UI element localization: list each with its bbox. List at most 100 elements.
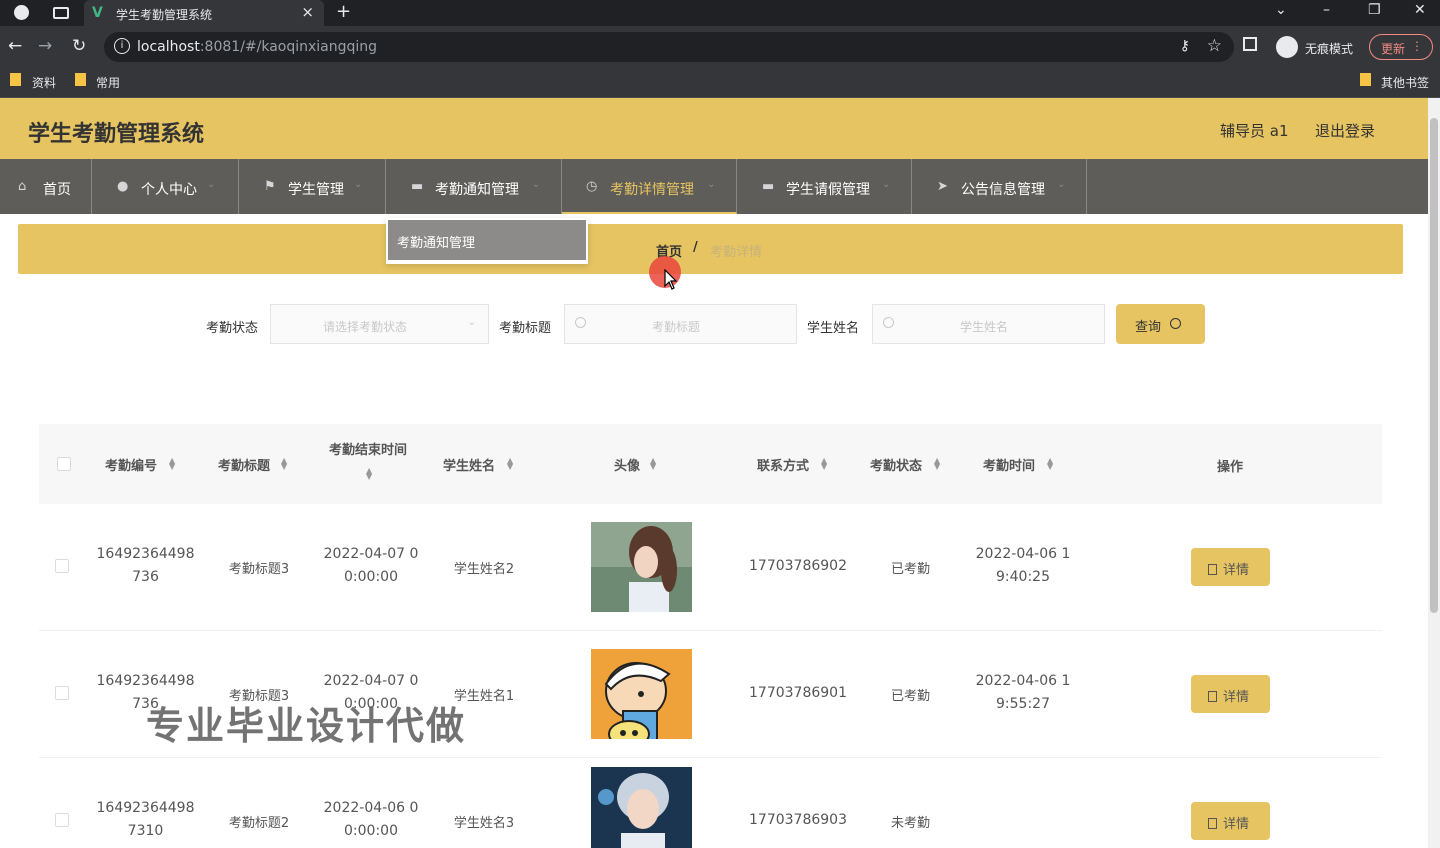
nav-item-students[interactable]: ⚑ 学生管理 ⌄ <box>239 159 386 214</box>
row-checkbox[interactable] <box>55 813 69 827</box>
reload-icon[interactable]: ↻ <box>72 36 86 56</box>
forward-icon[interactable]: → <box>38 36 52 56</box>
sort-icon[interactable]: ▲ ▼ <box>507 457 513 471</box>
nav-label: 考勤通知管理 <box>435 182 519 198</box>
new-tab-icon[interactable]: + <box>336 1 351 22</box>
cell-title: 考勤标题2 <box>228 816 290 831</box>
update-button[interactable]: 更新 ⋮ <box>1369 34 1433 60</box>
tab-title: 学生考勤管理系统 <box>116 8 213 22</box>
site-info-icon[interactable]: i <box>114 38 130 54</box>
watermark-text: 专业毕业设计代做 <box>146 704 467 748</box>
bookmark-star-icon[interactable]: ☆ <box>1207 36 1222 56</box>
nav-item-profile[interactable]: ● 个人中心 ⌄ <box>92 159 239 214</box>
col-header-id[interactable]: 考勤编号 <box>105 455 157 474</box>
nav-label: 学生管理 <box>288 182 344 198</box>
incognito-label: 无痕模式 <box>1305 42 1354 56</box>
cell-end-time: 2022-04-06 0 0:00:00 <box>323 800 419 839</box>
tab-search-icon[interactable] <box>53 7 69 19</box>
page-scrollbar[interactable] <box>1428 98 1440 848</box>
user-label: 辅导员 a1 <box>1220 122 1289 140</box>
cell-id: 16492364498 7310 <box>96 800 195 839</box>
bookmark-folder-1[interactable]: 资料 <box>32 74 56 91</box>
col-header-avatar[interactable]: 头像 <box>614 455 640 474</box>
chevron-down-icon: ⌄ <box>882 179 891 190</box>
cell-title: 考勤标题3 <box>228 562 290 577</box>
app-header: 学生考勤管理系统 辅导员 a1 退出登录 <box>0 98 1428 159</box>
nav-item-notice[interactable]: ▬ 考勤通知管理 ⌄ <box>386 159 562 214</box>
document-icon <box>1208 564 1217 575</box>
mouse-cursor-icon <box>664 269 678 290</box>
name-search-input[interactable]: 学生姓名 <box>872 304 1105 344</box>
bookmarks-bar: 资料 常用 其他书签 <box>0 68 1440 98</box>
dropdown-item-notice[interactable]: 考勤通知管理 <box>388 220 586 260</box>
col-header-time[interactable]: 考勤时间 <box>983 455 1035 474</box>
nav-label: 考勤详情管理 <box>610 182 694 198</box>
sort-icon[interactable]: ▲ ▼ <box>169 457 175 471</box>
incognito-avatar-icon[interactable] <box>1276 36 1298 58</box>
nav-label: 个人中心 <box>141 182 197 198</box>
home-icon: ⌂ <box>18 179 27 194</box>
sort-icon[interactable]: ▲ ▼ <box>650 457 656 471</box>
name-filter-label: 学生姓名 <box>807 321 860 336</box>
col-header-title[interactable]: 考勤标题 <box>218 455 270 474</box>
name-search-placeholder: 学生姓名 <box>960 320 1009 334</box>
nav-item-announcement[interactable]: ➤ 公告信息管理 ⌄ <box>912 159 1087 214</box>
row-checkbox[interactable] <box>55 686 69 700</box>
bookmark-folder-2[interactable]: 常用 <box>96 74 120 91</box>
flag-icon: ⚑ <box>264 179 276 194</box>
table-row: 16492364498 7310 考勤标题2 2022-04-06 0 0:00:0… <box>39 758 1382 848</box>
chevron-down-icon: ⌄ <box>467 317 476 328</box>
document-icon <box>1208 818 1217 829</box>
cell-name: 学生姓名3 <box>453 816 515 831</box>
document-icon <box>1208 691 1217 702</box>
row-checkbox[interactable] <box>55 559 69 573</box>
tab-close-icon[interactable]: × <box>301 3 314 21</box>
sort-icon[interactable]: ▲ ▼ <box>934 457 940 471</box>
breadcrumb: 首页 / 考勤详情 <box>18 224 1403 274</box>
address-url: localhost:8081/#/kaoqinxiangqing <box>137 39 378 55</box>
sort-icon[interactable]: ▲ ▼ <box>366 467 372 481</box>
address-bar[interactable]: i localhost:8081/#/kaoqinxiangqing ⚷ ☆ <box>104 32 1234 62</box>
tab-list-chevron-icon[interactable]: ⌄ <box>1275 2 1287 18</box>
detail-button[interactable]: 详情 <box>1191 802 1270 840</box>
sort-icon[interactable]: ▲ ▼ <box>1047 457 1053 471</box>
search-icon <box>883 317 894 328</box>
scrollbar-thumb[interactable] <box>1430 118 1438 613</box>
sidepanel-icon[interactable] <box>1243 37 1257 51</box>
status-select[interactable]: 请选择考勤状态 ⌄ <box>270 304 489 344</box>
chevron-down-icon: ⌄ <box>1057 179 1066 190</box>
other-bookmarks[interactable]: 其他书签 <box>1381 74 1429 91</box>
minimize-icon[interactable]: – <box>1323 2 1330 18</box>
detail-button[interactable]: 详情 <box>1191 675 1270 713</box>
more-menu-icon: ⋮ <box>1411 39 1423 53</box>
query-button[interactable]: 查询 <box>1116 304 1205 344</box>
nav-label: 公告信息管理 <box>961 182 1045 198</box>
col-header-end-time[interactable]: 考勤结束时间 <box>329 439 407 458</box>
nav-item-home[interactable]: ⌂ 首页 <box>0 159 92 214</box>
password-key-icon[interactable]: ⚷ <box>1180 38 1190 54</box>
back-icon[interactable]: ← <box>8 36 22 56</box>
cell-status: 未考勤 <box>890 816 930 831</box>
sort-icon[interactable]: ▲ ▼ <box>281 457 287 471</box>
browser-tab[interactable]: V 学生考勤管理系统 × <box>84 0 324 26</box>
nav-item-leave[interactable]: ▬ 学生请假管理 ⌄ <box>737 159 912 214</box>
nav-item-detail[interactable]: ◷ 考勤详情管理 ⌄ <box>562 159 737 214</box>
title-search-input[interactable]: 考勤标题 <box>564 304 797 344</box>
cell-status: 已考勤 <box>890 689 930 704</box>
col-header-name[interactable]: 学生姓名 <box>443 455 495 474</box>
col-header-status[interactable]: 考勤状态 <box>870 455 922 474</box>
select-all-checkbox[interactable] <box>57 457 71 471</box>
restore-icon[interactable]: ❐ <box>1368 2 1381 18</box>
cell-status: 已考勤 <box>890 562 930 577</box>
window-close-icon[interactable]: ✕ <box>1414 2 1426 18</box>
sort-icon[interactable]: ▲ ▼ <box>821 457 827 471</box>
browser-toolbar: ← → ↻ i localhost:8081/#/kaoqinxiangqing… <box>0 26 1440 68</box>
title-filter-label: 考勤标题 <box>499 321 552 336</box>
app-title: 学生考勤管理系统 <box>28 122 205 147</box>
detail-button[interactable]: 详情 <box>1191 548 1270 586</box>
col-header-action: 操作 <box>1217 460 1244 475</box>
col-header-phone[interactable]: 联系方式 <box>757 455 809 474</box>
cell-id: 16492364498 736 <box>96 546 195 585</box>
logout-link[interactable]: 退出登录 <box>1315 120 1375 141</box>
browser-profile-icon[interactable] <box>14 5 29 20</box>
